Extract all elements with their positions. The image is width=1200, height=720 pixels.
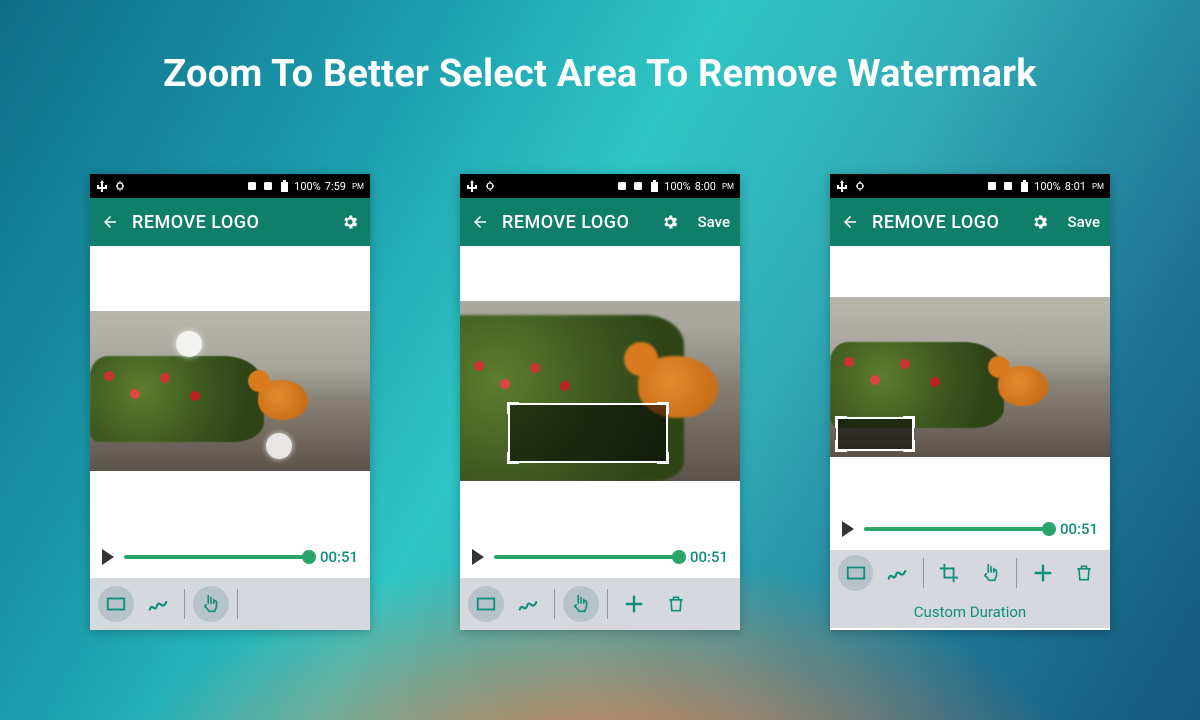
rect-tool-button[interactable] [838, 555, 873, 591]
phone-screenshot-2: 100% 8:00 PM REMOVE LOGO Save [460, 174, 740, 630]
duration-label: 00:51 [1060, 520, 1098, 538]
selection-box[interactable] [836, 417, 914, 451]
settings-button[interactable] [1030, 212, 1050, 232]
battery-icon [648, 180, 660, 192]
freehand-tool-button[interactable] [140, 586, 176, 622]
battery-icon [1018, 180, 1030, 192]
pinch-tool-button[interactable] [193, 586, 229, 622]
clock-ampm: PM [352, 182, 364, 191]
app-bar: REMOVE LOGO Save [460, 198, 740, 246]
battery-percent: 100% [1034, 180, 1061, 193]
toolbar-separator [923, 558, 924, 588]
battery-percent: 100% [294, 180, 321, 193]
touch-point[interactable] [266, 433, 292, 459]
player-bar: 00:51 [90, 536, 370, 578]
freehand-tool-button[interactable] [879, 555, 914, 591]
freehand-tool-button[interactable] [510, 586, 546, 622]
promo-background: Zoom To Better Select Area To Remove Wat… [0, 0, 1200, 720]
settings-button[interactable] [340, 212, 360, 232]
play-button[interactable] [842, 521, 854, 537]
seek-track[interactable] [494, 555, 680, 559]
seek-track[interactable] [864, 527, 1050, 531]
custom-duration-button[interactable]: Custom Duration [830, 596, 1110, 628]
settings-button[interactable] [660, 212, 680, 232]
status-bar: 100% 8:00 PM [460, 174, 740, 198]
clock-time: 8:00 [695, 180, 716, 193]
play-button[interactable] [472, 549, 484, 565]
player-bar: 00:51 [460, 536, 740, 578]
video-frame[interactable] [90, 311, 370, 471]
toolbar [460, 578, 740, 630]
headline: Zoom To Better Select Area To Remove Wat… [0, 52, 1200, 96]
usb-icon [836, 180, 848, 192]
appbar-title: REMOVE LOGO [872, 212, 999, 233]
rect-tool-button[interactable] [468, 586, 504, 622]
phone-row: 100% 7:59 PM REMOVE LOGO [0, 174, 1200, 630]
status-bar: 100% 8:01 PM [830, 174, 1110, 198]
phone-screenshot-3: 100% 8:01 PM REMOVE LOGO Save [830, 174, 1110, 630]
pinch-tool-button[interactable] [563, 586, 599, 622]
back-button[interactable] [100, 212, 120, 232]
video-frame[interactable] [460, 301, 740, 481]
clock-time: 7:59 [325, 180, 346, 193]
debug-icon [484, 180, 496, 192]
save-button[interactable]: Save [1068, 213, 1100, 231]
status-bar: 100% 7:59 PM [90, 174, 370, 198]
toolbar-separator [1016, 558, 1017, 588]
app-bar: REMOVE LOGO Save [830, 198, 1110, 246]
seek-thumb[interactable] [672, 550, 686, 564]
notif-icon [1002, 180, 1014, 192]
notif-icon [632, 180, 644, 192]
toolbar [830, 550, 1110, 596]
toolbar-separator [184, 589, 185, 619]
notif-icon [262, 180, 274, 192]
debug-icon [114, 180, 126, 192]
add-button[interactable] [616, 586, 652, 622]
touch-point[interactable] [176, 331, 202, 357]
video-canvas[interactable] [90, 246, 370, 536]
delete-button[interactable] [1067, 555, 1102, 591]
toolbar-separator [554, 589, 555, 619]
add-button[interactable] [1025, 555, 1060, 591]
appbar-title: REMOVE LOGO [132, 212, 259, 233]
usb-icon [466, 180, 478, 192]
clock-time: 8:01 [1065, 180, 1086, 193]
usb-icon [96, 180, 108, 192]
back-button[interactable] [470, 212, 490, 232]
duration-label: 00:51 [320, 548, 358, 566]
battery-icon [278, 180, 290, 192]
selection-box[interactable] [508, 403, 668, 463]
app-bar: REMOVE LOGO [90, 198, 370, 246]
toolbar [90, 578, 370, 630]
video-canvas[interactable] [830, 246, 1110, 508]
video-canvas[interactable] [460, 246, 740, 536]
rect-tool-button[interactable] [98, 586, 134, 622]
save-button[interactable]: Save [698, 213, 730, 231]
toolbar-separator [237, 589, 238, 619]
notif-icon [616, 180, 628, 192]
battery-percent: 100% [664, 180, 691, 193]
duration-label: 00:51 [690, 548, 728, 566]
play-button[interactable] [102, 549, 114, 565]
notif-icon [246, 180, 258, 192]
crop-tool-button[interactable] [932, 555, 967, 591]
clock-ampm: PM [1092, 182, 1104, 191]
debug-icon [854, 180, 866, 192]
video-frame[interactable] [830, 297, 1110, 457]
seek-track[interactable] [124, 555, 310, 559]
appbar-title: REMOVE LOGO [502, 212, 629, 233]
seek-thumb[interactable] [1042, 522, 1056, 536]
phone-screenshot-1: 100% 7:59 PM REMOVE LOGO [90, 174, 370, 630]
player-bar: 00:51 [830, 508, 1110, 550]
back-button[interactable] [840, 212, 860, 232]
seek-thumb[interactable] [302, 550, 316, 564]
notif-icon [986, 180, 998, 192]
toolbar-separator [607, 589, 608, 619]
pinch-tool-button[interactable] [973, 555, 1008, 591]
delete-button[interactable] [658, 586, 694, 622]
clock-ampm: PM [722, 182, 734, 191]
